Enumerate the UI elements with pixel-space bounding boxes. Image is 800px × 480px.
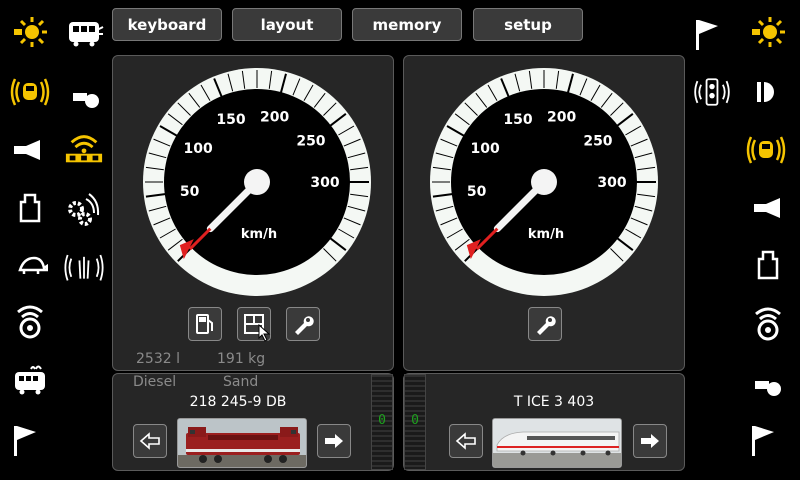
wrench-button[interactable] [286,307,320,341]
turtle-icon[interactable] [12,245,52,285]
speedometer-gauge[interactable]: 50100150 200250300km/h [424,62,664,302]
gauge-hub [531,169,557,195]
speed-step-meter: 0 [371,374,393,470]
setup-button[interactable]: setup [473,8,583,41]
train-cab-icon[interactable] [10,360,50,400]
left-loco-panel: Diesel Sand 218 245-9 DB 0 [112,373,394,471]
headlight-icon[interactable] [10,12,50,52]
whistle-icon[interactable] [748,366,788,406]
next-loco-button[interactable] [317,424,351,458]
weight-icon[interactable] [10,188,50,228]
right-speed-panel: 50 100 150 200 250 300 km/h [403,55,685,371]
gauge-tick-label: 100 [470,141,499,157]
wrench-button[interactable] [528,307,562,341]
keyboard-button[interactable]: keyboard [112,8,222,41]
speedometer-gauge[interactable]: 50100150 200250300km/h [137,62,377,302]
signal-sound-icon[interactable] [692,72,732,112]
left-speed-panel: 50 100 150 200 250 300 km/h [112,55,394,371]
sand-button[interactable] [237,307,271,342]
next-loco-button[interactable] [633,424,667,458]
flag-icon[interactable] [742,420,782,460]
radio-sound-icon[interactable] [10,300,50,340]
prev-loco-button[interactable] [449,424,483,458]
sand-label: Sand [223,374,259,390]
gauge-tick-label: 200 [547,109,576,125]
gauge-tick-label: 50 [180,184,200,200]
flag-icon[interactable] [686,14,726,54]
light-icon[interactable] [746,72,786,112]
whistle-icon[interactable] [66,78,106,118]
gears-sound-icon[interactable] [64,188,104,228]
speed-step-value: 0 [378,413,386,428]
flag-icon[interactable] [4,420,44,460]
cursor-icon [258,324,271,342]
loco-name: T ICE 3 403 [513,394,595,410]
gauge-tick-label: 50 [467,184,487,200]
gauge-unit: km/h [528,227,564,242]
layout-button[interactable]: layout [232,8,342,41]
sound-active-icon[interactable] [64,128,104,168]
gauge-tick-label: 150 [216,112,245,128]
loco-photo[interactable] [492,418,622,468]
steam-sound-icon[interactable] [64,245,104,285]
gauge-tick-label: 250 [583,134,612,150]
gauge-tick-label: 150 [503,112,532,128]
fuel-label: Diesel [133,374,177,390]
loco-name: 218 245-9 DB [189,394,287,410]
fuel-button[interactable] [188,307,222,341]
fuel-value: 2532 l [136,351,180,367]
headlight-icon[interactable] [748,12,788,52]
gauge-tick-label: 300 [597,175,626,191]
speed-step-meter: 0 [404,374,426,470]
gauge-unit: km/h [241,227,277,242]
right-loco-panel: 0 T ICE 3 403 [403,373,685,471]
gauge-hub [244,169,270,195]
weight-icon[interactable] [748,245,788,285]
gauge-tick-label: 200 [260,109,289,125]
horn-icon[interactable] [8,130,48,170]
train-front-icon[interactable] [66,12,106,52]
gauge-tick-label: 300 [310,175,339,191]
speed-step-value: 0 [411,413,419,428]
sound-loco-icon[interactable] [10,72,50,112]
gauge-tick-label: 250 [296,134,325,150]
memory-button[interactable]: memory [352,8,462,41]
gauge-tick-label: 100 [183,141,212,157]
horn-icon[interactable] [748,188,788,228]
radio-sound-icon[interactable] [748,302,788,342]
prev-loco-button[interactable] [133,424,167,458]
loco-photo[interactable] [177,418,307,468]
sand-value: 191 kg [217,351,266,367]
sound-loco-icon[interactable] [746,130,786,170]
